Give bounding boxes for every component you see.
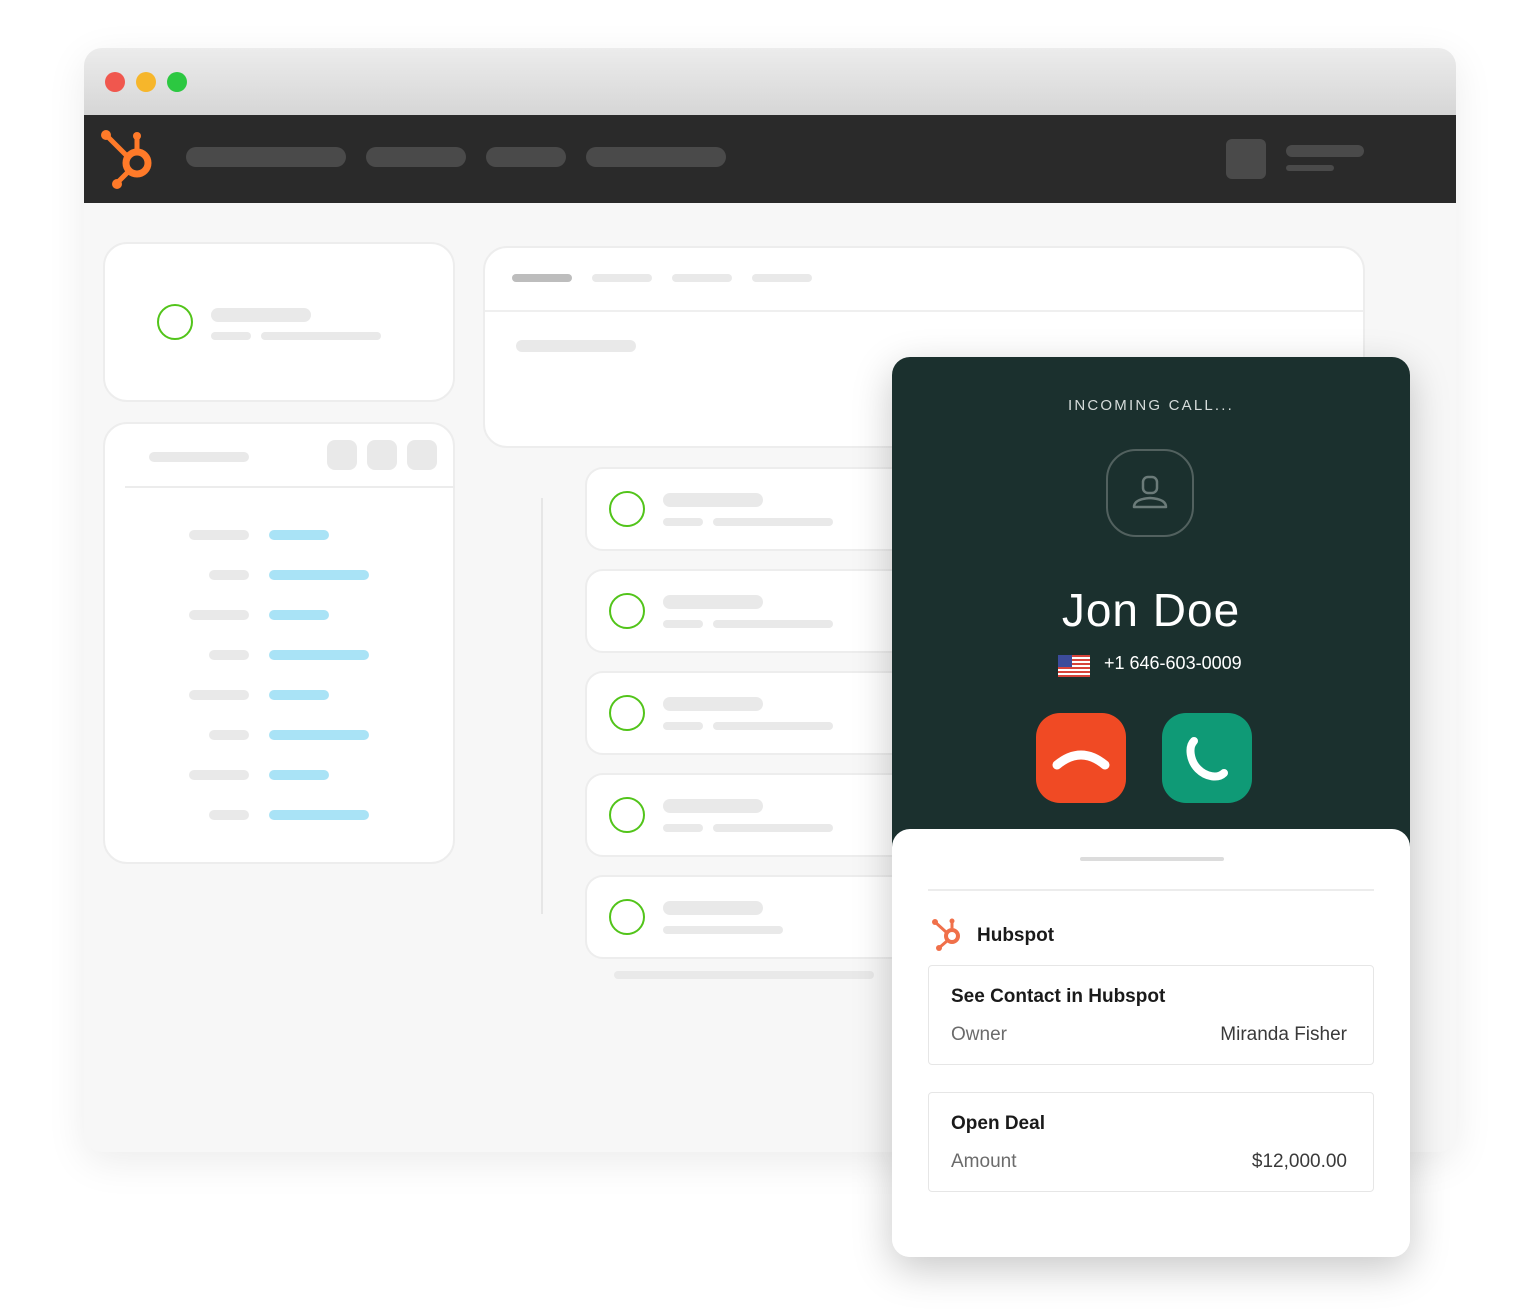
text-placeholder [663,824,703,832]
action-button[interactable] [407,440,437,470]
text-placeholder [663,799,763,813]
deal-card-title[interactable]: Open Deal [951,1113,1045,1135]
property-label [189,690,249,700]
minimize-window-button[interactable] [136,72,156,92]
tab[interactable] [672,274,732,282]
user-name-placeholder [1286,145,1364,157]
text-placeholder [663,493,763,507]
status-circle-icon [609,491,645,527]
contact-summary-card[interactable] [103,242,455,402]
status-circle-icon [609,797,645,833]
close-window-button[interactable] [105,72,125,92]
property-value[interactable] [269,690,329,700]
amount-value: $12,000.00 [1251,1151,1347,1172]
phone-icon [1186,737,1228,781]
text-placeholder [663,926,783,934]
timeline-line [541,498,543,914]
owner-label: Owner [951,1024,1007,1045]
property-value[interactable] [269,530,329,540]
tab[interactable] [592,274,652,282]
user-subtitle-placeholder [1286,165,1334,171]
caller-phone-number: +1 646-603-0009 [1104,653,1242,673]
nav-item[interactable] [366,147,466,167]
accept-call-button[interactable] [1162,713,1252,803]
text-placeholder [663,722,703,730]
integration-name: Hubspot [977,925,1055,946]
caller-avatar [1106,449,1194,537]
incoming-call-widget: INCOMING CALL... Jon Doe +1 646-603-0009 [892,357,1410,1257]
user-icon [1132,475,1168,509]
property-label [209,810,249,820]
text-placeholder [663,595,763,609]
title-bar [84,48,1456,115]
text-placeholder [713,722,833,730]
call-details-panel: Hubspot See Contact in Hubspot Owner Mir… [892,829,1410,1257]
load-more-placeholder[interactable] [614,971,874,979]
owner-value: Miranda Fisher [1220,1024,1347,1045]
text-placeholder [663,518,703,526]
divider [125,486,455,488]
property-label [209,730,249,740]
text-placeholder [713,518,833,526]
hubspot-logo-icon[interactable] [96,127,158,191]
property-value[interactable] [269,650,369,660]
us-flag-icon [1058,655,1090,677]
property-value[interactable] [269,570,369,580]
property-label [189,530,249,540]
divider [485,310,1363,312]
maximize-window-button[interactable] [167,72,187,92]
caller-name: Jon Doe [1061,584,1241,636]
drag-handle[interactable] [1080,857,1224,861]
text-placeholder [663,620,703,628]
call-header: INCOMING CALL... Jon Doe +1 646-603-0009 [892,357,1410,847]
tab-active[interactable] [512,274,572,282]
property-value[interactable] [269,810,369,820]
property-label [209,570,249,580]
properties-card [103,422,455,864]
nav-item[interactable] [186,147,346,167]
status-circle-icon [609,899,645,935]
status-circle-icon [157,304,193,340]
deal-card[interactable]: Open Deal Amount $12,000.00 [928,1092,1374,1192]
text-placeholder [713,620,833,628]
hubspot-logo-icon [932,918,960,951]
contact-card-title[interactable]: See Contact in Hubspot [951,986,1165,1008]
property-label [189,610,249,620]
property-value[interactable] [269,730,369,740]
text-placeholder [663,901,763,915]
nav-item[interactable] [486,147,566,167]
nav-item[interactable] [586,147,726,167]
text-placeholder [211,332,251,340]
text-placeholder [713,824,833,832]
property-value[interactable] [269,610,329,620]
contact-card[interactable]: See Contact in Hubspot Owner Miranda Fis… [928,965,1374,1065]
decline-call-button[interactable] [1036,713,1126,803]
text-placeholder [211,308,311,322]
text-placeholder [663,697,763,711]
avatar[interactable] [1226,139,1266,179]
property-value[interactable] [269,770,329,780]
card-title-placeholder [149,452,249,462]
hang-up-icon [1052,750,1110,770]
tab[interactable] [752,274,812,282]
status-circle-icon [609,593,645,629]
property-label [209,650,249,660]
divider [928,889,1374,891]
text-placeholder [261,332,381,340]
amount-label: Amount [951,1151,1017,1172]
app-navbar [84,115,1456,203]
action-button[interactable] [327,440,357,470]
action-button[interactable] [367,440,397,470]
status-circle-icon [609,695,645,731]
call-status: INCOMING CALL... [1067,397,1235,414]
property-label [189,770,249,780]
text-placeholder [516,340,636,352]
